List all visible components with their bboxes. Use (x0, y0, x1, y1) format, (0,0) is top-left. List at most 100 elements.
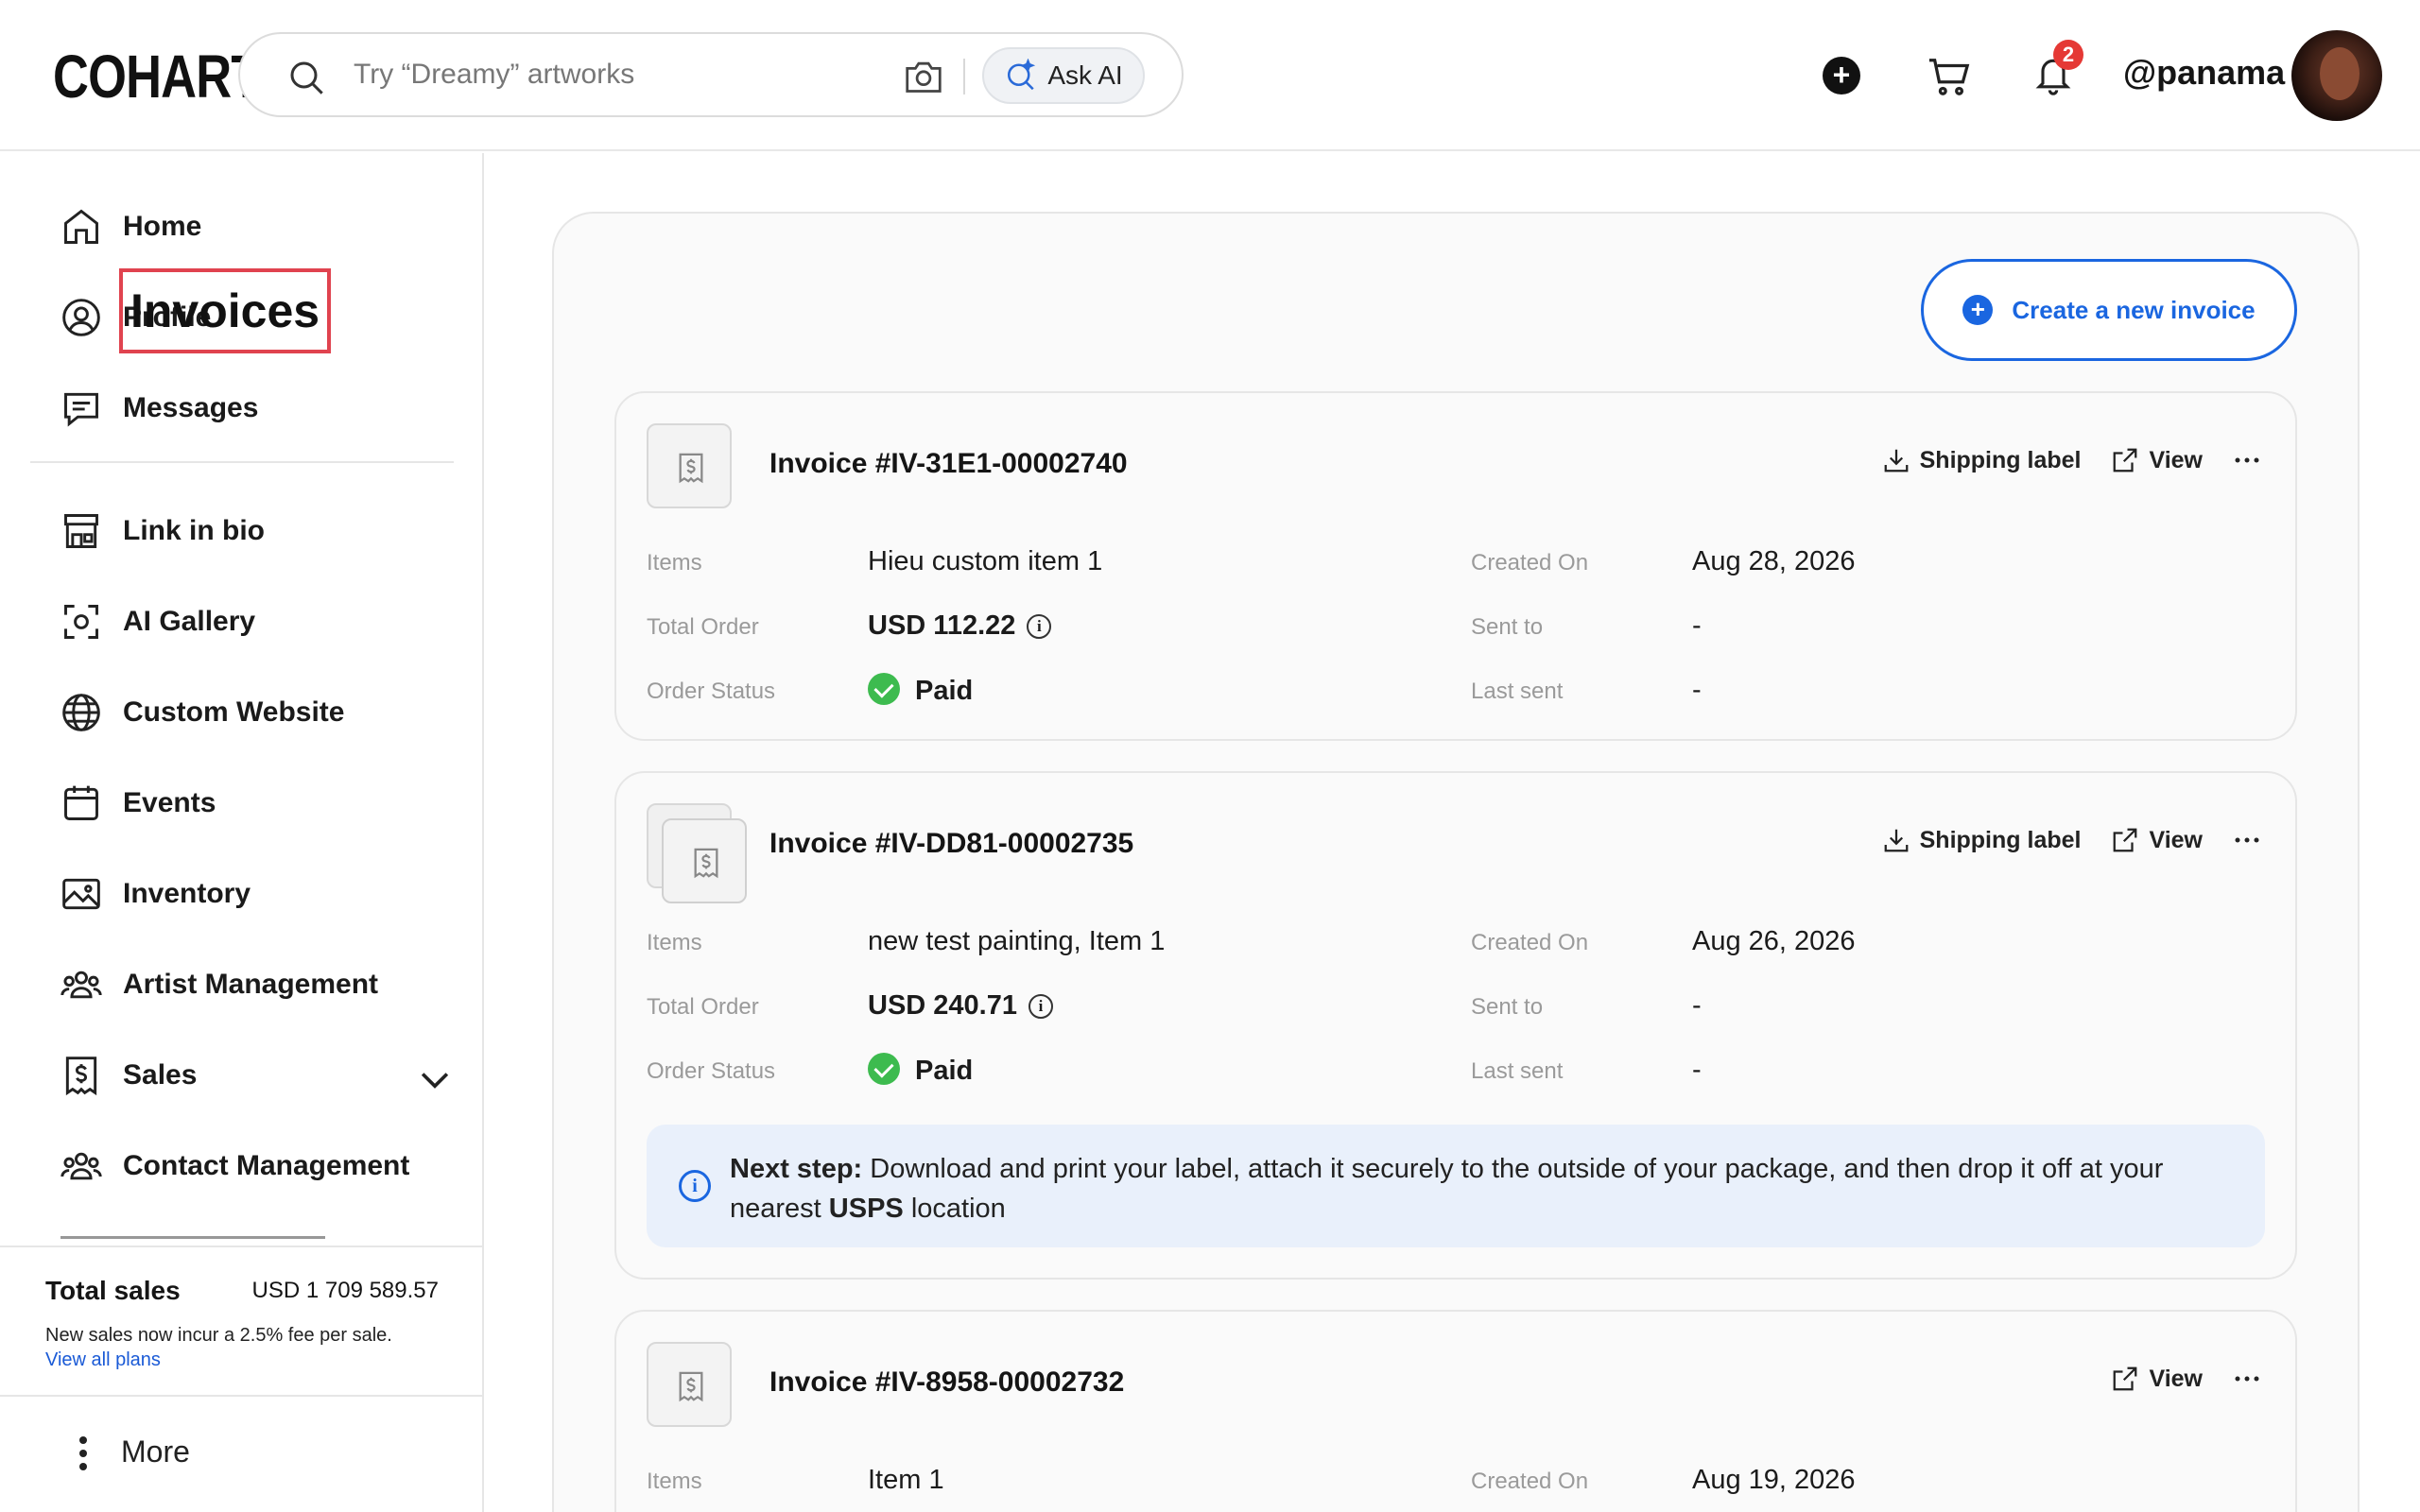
last-sent-label: Last sent (1471, 1058, 1564, 1084)
sidebar-item-contact-management[interactable]: Contact Management (60, 1138, 439, 1194)
sidebar-item-label: Link in bio (123, 515, 265, 546)
cohart-logo[interactable]: COHART (53, 42, 261, 112)
sidebar-item-sales[interactable]: Sales (60, 1047, 449, 1104)
view-button[interactable]: View (2111, 446, 2203, 474)
last-sent-value: - (1692, 675, 1702, 705)
add-icon[interactable]: + (1823, 57, 1860, 94)
sidebar-item-link-in-bio[interactable]: Link in bio (60, 503, 439, 559)
sent-to-label: Sent to (1471, 994, 1544, 1020)
top-bar: COHART Ask AI + 2 @panama (0, 0, 2420, 151)
total-order-value: USD 112.22 i (868, 610, 1052, 642)
sidebar-item-label: Custom Website (123, 696, 345, 728)
total-amount: USD 112.22 (868, 610, 1016, 641)
external-link-icon (2114, 448, 2137, 472)
order-status-value: Paid (868, 673, 973, 707)
receipt-dollar-icon (694, 848, 718, 879)
total-order-label: Total Order (647, 614, 759, 640)
message-icon (64, 392, 98, 427)
sidebar-item-messages[interactable]: Messages (60, 380, 439, 437)
invoice-actions: View (2111, 1365, 2261, 1393)
more-horizontal-icon[interactable] (2233, 446, 2261, 474)
invoice-thumbnail (647, 423, 732, 508)
camera-icon[interactable] (904, 59, 943, 94)
external-link-icon (2114, 828, 2137, 852)
username[interactable]: @panama (2123, 53, 2285, 93)
calendar-icon (64, 785, 98, 820)
check-circle-icon (868, 1053, 900, 1085)
create-invoice-label: Create a new invoice (2012, 295, 2256, 324)
invoice-card: Invoice #IV-8958-00002732 View Items Ite… (614, 1310, 2297, 1512)
more-horizontal-icon[interactable] (2233, 826, 2261, 854)
receipt-dollar-icon (679, 1371, 703, 1402)
sidebar-item-label: AI Gallery (123, 606, 256, 637)
items-value: new test painting, Item 1 (868, 926, 1166, 956)
more-label: More (121, 1435, 190, 1469)
sent-to-value: - (1692, 990, 1702, 1021)
view-text: View (2149, 1365, 2203, 1392)
search-divider (963, 59, 965, 94)
next-step-banner: i Next step: Download and print your lab… (647, 1125, 2265, 1247)
order-status-label: Order Status (647, 679, 776, 704)
shipping-label-text: Shipping label (1919, 446, 2082, 473)
sparkle-search-icon (1008, 59, 1036, 91)
order-status-value: Paid (868, 1053, 973, 1087)
items-label: Items (647, 930, 702, 955)
last-sent-value: - (1692, 1055, 1702, 1085)
sidebar-item-label: Events (123, 787, 216, 818)
invoice-title: Invoice #IV-8958-00002732 (769, 1366, 1125, 1398)
created-on-value: Aug 26, 2026 (1692, 926, 1856, 956)
info-icon[interactable]: i (1028, 994, 1053, 1019)
next-step-heading: Next step: (730, 1154, 863, 1184)
view-plans-link[interactable]: View all plans (45, 1349, 161, 1371)
items-label: Items (647, 550, 702, 576)
create-invoice-button[interactable]: + Create a new invoice (1921, 259, 2297, 361)
shipping-label-text: Shipping label (1919, 826, 2082, 853)
search-bar: Ask AI (238, 32, 1184, 117)
storefront-icon (64, 514, 98, 548)
info-icon[interactable]: i (1027, 614, 1052, 639)
fee-note: New sales now incur a 2.5% fee per sale. (45, 1325, 392, 1346)
chevron-down-icon[interactable] (414, 1058, 456, 1100)
view-button[interactable]: View (2111, 826, 2203, 854)
scan-face-icon (64, 605, 98, 639)
order-status-label: Order Status (647, 1058, 776, 1084)
total-sales-box: Total sales USD 1 709 589.57 New sales n… (0, 1246, 482, 1370)
avatar[interactable] (2291, 30, 2382, 121)
sidebar-item-artist-management[interactable]: Artist Management (60, 956, 439, 1013)
items-value: Item 1 (868, 1465, 944, 1495)
items-label: Items (647, 1469, 702, 1494)
invoice-thumbnail (647, 1342, 732, 1427)
sidebar-item-events[interactable]: Events (60, 775, 439, 832)
sidebar-item-label: Messages (123, 392, 259, 423)
view-text: View (2149, 446, 2203, 473)
total-order-value: USD 240.71 i (868, 990, 1053, 1022)
sidebar-item-ai-gallery[interactable]: AI Gallery (60, 593, 439, 650)
shipping-label-button[interactable]: Shipping label (1882, 446, 2082, 474)
sidebar-item-label: Contact Management (123, 1150, 410, 1181)
total-sales-label: Total sales (45, 1276, 181, 1305)
sidebar-item-custom-website[interactable]: Custom Website (60, 684, 439, 741)
more-button[interactable]: More (0, 1395, 482, 1512)
total-amount: USD 240.71 (868, 990, 1017, 1021)
receipt-dollar-icon (65, 1057, 97, 1096)
invoice-card: Invoice #IV-31E1-00002740 Shipping label… (614, 391, 2297, 741)
user-circle-icon (62, 299, 100, 336)
sidebar-divider (30, 461, 454, 463)
sidebar-item-inventory[interactable]: Inventory (60, 866, 439, 922)
view-button[interactable]: View (2111, 1365, 2203, 1393)
sidebar-item-home[interactable]: Home (60, 198, 439, 255)
status-badge: Paid (915, 1056, 974, 1086)
created-on-label: Created On (1471, 1469, 1589, 1494)
sidebar-item-label: Sales (123, 1059, 198, 1091)
total-sales-value: USD 1 709 589.57 (251, 1278, 439, 1303)
plus-circle-icon: + (1962, 295, 1994, 325)
more-horizontal-icon[interactable] (2233, 1365, 2261, 1393)
items-value: Hieu custom item 1 (868, 546, 1103, 576)
users-icon (60, 1152, 102, 1180)
next-step-end: location (903, 1194, 1006, 1224)
view-text: View (2149, 826, 2203, 853)
cart-icon[interactable] (1927, 55, 1972, 98)
status-badge: Paid (915, 676, 974, 706)
ask-ai-button[interactable]: Ask AI (982, 47, 1145, 104)
shipping-label-button[interactable]: Shipping label (1882, 826, 2082, 854)
